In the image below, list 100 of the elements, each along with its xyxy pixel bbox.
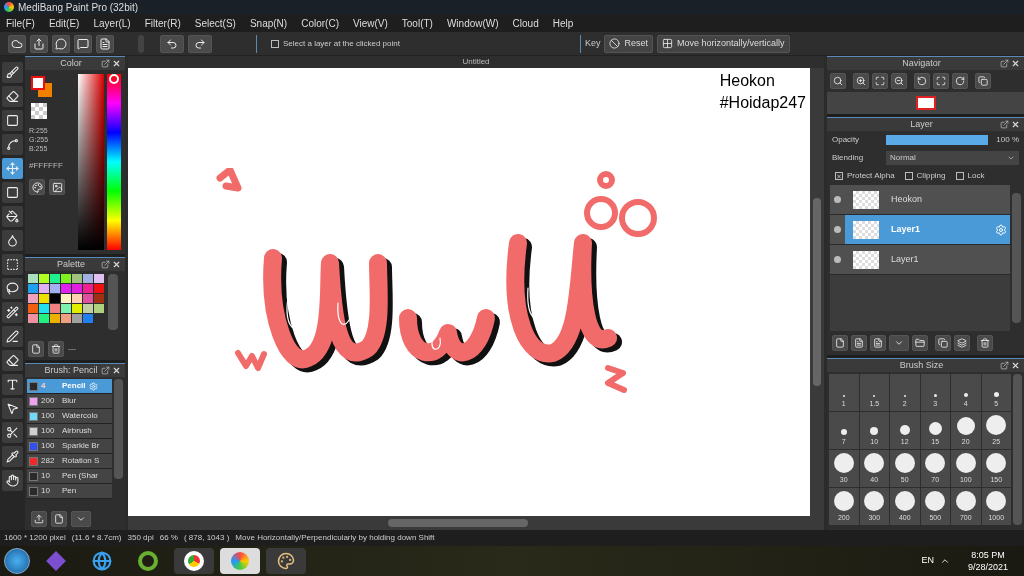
folder-button[interactable] — [912, 335, 928, 351]
menu-item[interactable]: Cloud — [512, 15, 539, 31]
tool-button[interactable] — [2, 350, 23, 371]
tool-button[interactable] — [2, 182, 23, 203]
palette-swatch[interactable] — [39, 284, 49, 293]
palette-swatch[interactable] — [39, 304, 49, 313]
palette-swatch[interactable] — [72, 284, 82, 293]
tool-button[interactable] — [2, 230, 23, 251]
palette-swatch[interactable] — [50, 314, 60, 323]
undock-icon[interactable] — [1000, 361, 1009, 370]
palette-swatch[interactable] — [83, 304, 93, 313]
canvas-tab[interactable]: Untitled — [128, 56, 824, 68]
checkbox[interactable] — [955, 172, 964, 180]
tool-button[interactable] — [2, 326, 23, 347]
palette-swatch[interactable] — [83, 284, 93, 293]
new-layer-button[interactable] — [832, 335, 848, 351]
start-button[interactable] — [4, 548, 30, 574]
canvas[interactable]: Heokon #Hoidap247 — [128, 68, 810, 516]
palette-swatch[interactable] — [83, 294, 93, 303]
brush-item[interactable]: 100 Sparkle Br — [27, 439, 112, 454]
palette-swatch[interactable] — [72, 294, 82, 303]
palette-swatch[interactable] — [28, 284, 38, 293]
palette-swatch[interactable] — [61, 314, 71, 323]
language-indicator[interactable]: EN — [921, 554, 934, 568]
undock-icon[interactable] — [101, 366, 110, 375]
brush-item[interactable]: 10 Pen (Shar — [27, 469, 112, 484]
color-swatches-drawing[interactable] — [31, 76, 55, 100]
saturation-picker[interactable] — [78, 74, 104, 250]
speech-bubble-button[interactable] — [52, 34, 70, 53]
brush-item[interactable]: 100 Airbrush — [27, 424, 112, 439]
tool-button[interactable] — [2, 446, 23, 467]
palette-swatch[interactable] — [61, 294, 71, 303]
brush-item[interactable]: 200 Blur — [27, 394, 112, 409]
menu-item[interactable]: Filter(R) — [144, 15, 181, 31]
scroll-thumb[interactable] — [388, 519, 528, 527]
tool-button[interactable] — [2, 62, 23, 83]
image-button[interactable] — [49, 179, 65, 195]
brush-item[interactable]: 282 Rotation S — [27, 454, 112, 469]
delete-button[interactable] — [48, 341, 64, 357]
palette-swatch[interactable] — [94, 274, 104, 283]
tool-button[interactable] — [2, 86, 23, 107]
menu-item[interactable]: Snap(N) — [249, 15, 288, 31]
menu-item[interactable]: View(V) — [352, 15, 388, 31]
rotate-right-button[interactable] — [952, 73, 968, 89]
fit-button[interactable] — [872, 73, 888, 89]
menu-item[interactable]: File(F) — [6, 15, 35, 31]
delete-button[interactable] — [977, 335, 993, 351]
redo-button[interactable] — [188, 34, 212, 53]
checkbox[interactable] — [835, 172, 843, 180]
tool-button[interactable] — [2, 302, 23, 323]
menu-item[interactable]: Color(C) — [301, 15, 339, 31]
zoom-button[interactable] — [830, 73, 846, 89]
tool-button[interactable] — [2, 134, 23, 155]
undo-button[interactable] — [160, 34, 184, 53]
scrollbar[interactable] — [108, 274, 118, 330]
palette-swatch[interactable] — [83, 314, 93, 323]
scrollbar[interactable] — [1012, 193, 1021, 323]
move-mode-button[interactable]: Move horizontally/vertically — [657, 34, 790, 53]
palette-swatch[interactable] — [83, 274, 93, 283]
palette-swatch[interactable] — [61, 304, 71, 313]
share-button[interactable] — [30, 34, 48, 53]
palette-swatch[interactable] — [50, 284, 60, 293]
palette-swatch[interactable] — [28, 304, 38, 313]
close-icon[interactable] — [112, 260, 121, 269]
close-icon[interactable] — [112, 59, 121, 68]
taskbar-app-icon[interactable] — [220, 548, 260, 574]
palette-swatch[interactable] — [94, 284, 104, 293]
palette-swatch[interactable] — [61, 274, 71, 283]
fullscreen-button[interactable] — [933, 73, 949, 89]
clock[interactable]: 8:05 PM 9/28/2021 — [967, 549, 1008, 573]
palette-swatch[interactable] — [28, 294, 38, 303]
tool-button[interactable] — [2, 254, 23, 275]
cloud-button[interactable] — [8, 34, 26, 53]
menu-item[interactable]: Edit(E) — [48, 15, 80, 31]
close-icon[interactable] — [112, 366, 121, 375]
tool-button[interactable] — [2, 470, 23, 491]
menu-item[interactable]: Layer(L) — [93, 15, 131, 31]
undock-icon[interactable] — [101, 59, 110, 68]
new-1bit-layer-button[interactable] — [870, 335, 886, 351]
settings-icon[interactable] — [995, 223, 1007, 236]
transparent-color-swatch[interactable] — [31, 103, 47, 119]
palette-swatch[interactable] — [39, 314, 49, 323]
blending-dropdown[interactable]: Normal — [886, 151, 1019, 165]
brush-item[interactable]: 10 Pen — [27, 484, 112, 499]
new-8bit-layer-button[interactable] — [851, 335, 867, 351]
palette-swatch[interactable] — [94, 294, 104, 303]
tool-button[interactable] — [2, 398, 23, 419]
layer-row[interactable]: Layer1 — [830, 245, 1010, 275]
menu-item[interactable]: Tool(T) — [401, 15, 433, 31]
tool-button[interactable] — [2, 206, 23, 227]
hue-slider[interactable] — [107, 74, 121, 250]
checkbox[interactable] — [904, 172, 913, 180]
layer-row[interactable]: Heokon — [830, 185, 1010, 215]
brush-item[interactable]: 100 Watercolo — [27, 409, 112, 424]
palette-swatch[interactable] — [28, 314, 38, 323]
undock-icon[interactable] — [101, 260, 110, 269]
comment-button[interactable] — [74, 34, 92, 53]
palette-swatch[interactable] — [50, 294, 60, 303]
palette-swatch[interactable] — [61, 284, 71, 293]
zoom-in-button[interactable] — [853, 73, 869, 89]
